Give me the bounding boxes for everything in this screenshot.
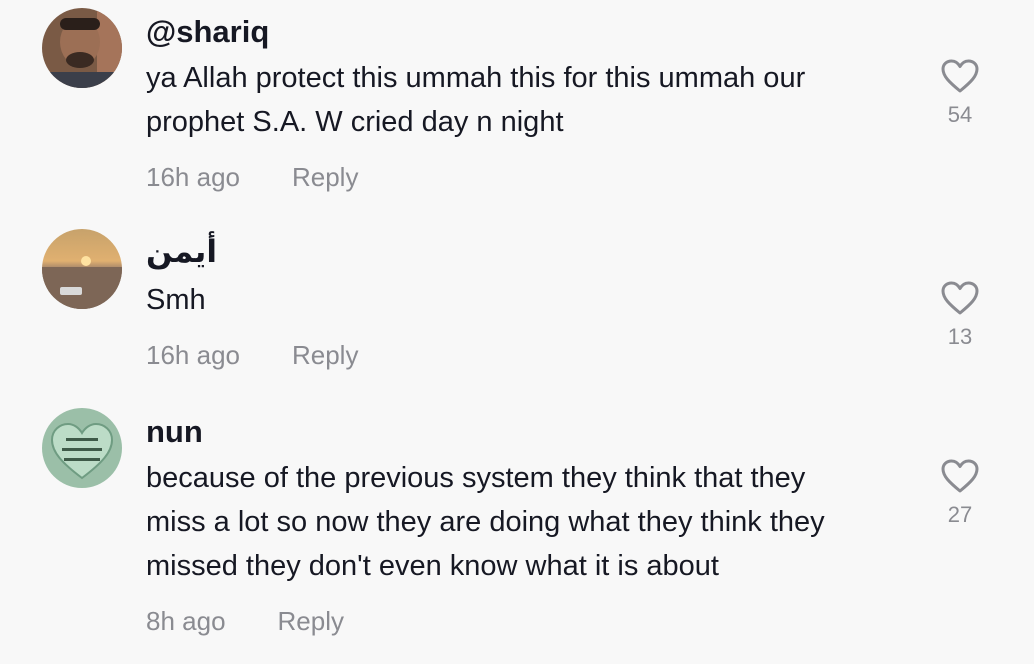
comment-timestamp: 16h ago [146, 340, 240, 370]
comment-text-line: miss a lot so now they are doing what th… [146, 506, 825, 538]
reply-button[interactable]: Reply [292, 162, 358, 192]
comment-text: because of the previous system they thin… [146, 456, 906, 588]
comment-text-line: ya Allah protect this ummah this for thi… [146, 62, 806, 94]
heart-outline-icon[interactable] [940, 280, 980, 316]
comment-text: Smh [146, 278, 906, 322]
comment-meta: 16h ago Reply [146, 164, 358, 190]
like-control: 13 [938, 280, 982, 348]
comment-username[interactable]: أيمن [146, 236, 217, 267]
like-count: 27 [947, 502, 973, 527]
comment-timestamp: 8h ago [146, 606, 226, 636]
comment-text: ya Allah protect this ummah this for thi… [146, 56, 906, 144]
reply-button[interactable]: Reply [292, 340, 358, 370]
comment-text-line: missed they don't even know what it is a… [146, 550, 719, 582]
avatar[interactable] [42, 408, 122, 488]
avatar[interactable] [42, 229, 122, 309]
heart-outline-icon[interactable] [940, 58, 980, 94]
like-control: 27 [938, 458, 982, 526]
heart-outline-icon[interactable] [940, 458, 980, 494]
like-count: 13 [947, 324, 973, 349]
comment-username[interactable]: nun [146, 416, 203, 447]
comment-username[interactable]: @shariq [146, 16, 269, 47]
avatar[interactable] [42, 8, 122, 88]
comment-meta: 8h ago Reply [146, 608, 344, 634]
reply-button[interactable]: Reply [278, 606, 344, 636]
like-control: 54 [938, 58, 982, 126]
like-count: 54 [947, 102, 973, 127]
comment-text-line: because of the previous system they thin… [146, 462, 806, 494]
comment-text-line: Smh [146, 284, 206, 316]
comment-text-line: prophet S.A. W cried day n night [146, 106, 564, 138]
comment-timestamp: 16h ago [146, 162, 240, 192]
comment-meta: 16h ago Reply [146, 342, 358, 368]
